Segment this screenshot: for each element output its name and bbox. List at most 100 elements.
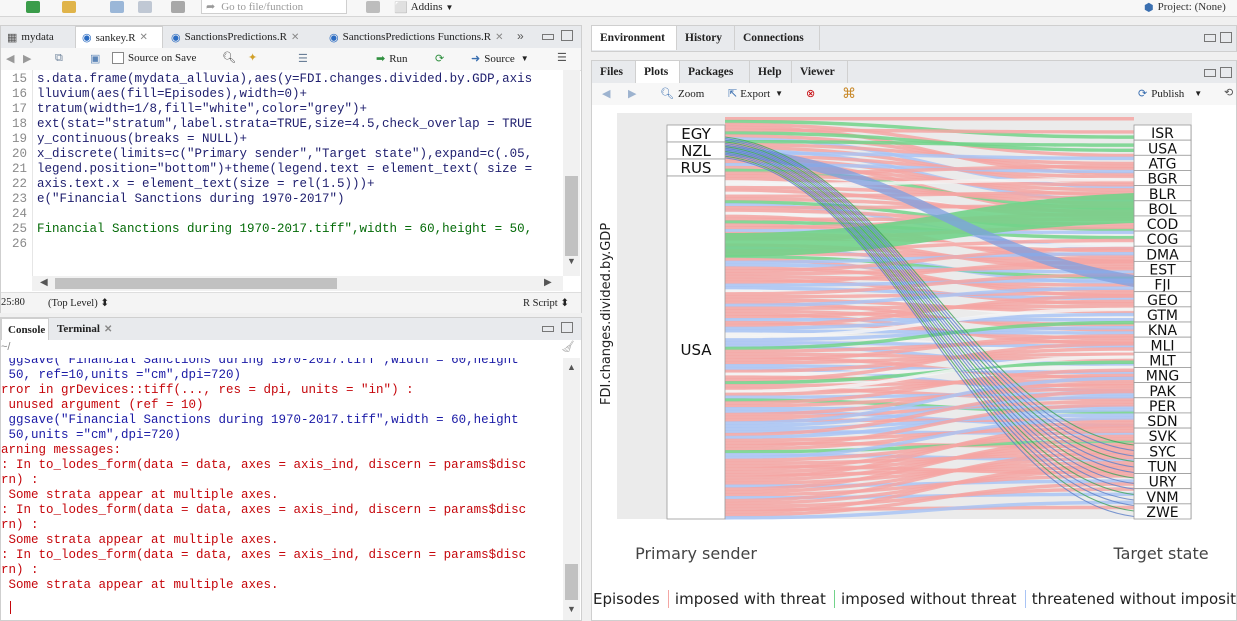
close-icon[interactable]: ✕: [104, 324, 112, 335]
open-folder-icon[interactable]: [62, 0, 76, 14]
r-file-icon: ◉: [171, 31, 181, 44]
plots-toolbar: ◀ ▶ 🔍︎ Zoom ⇱ Export ▼ ⊗ ⌘ ⟳ Publish ▼ ⟲: [592, 83, 1236, 106]
stratum-label: EGY: [681, 125, 711, 143]
tab-sanctions-functions[interactable]: ◉ SanctionsPredictions Functions.R ✕: [323, 26, 513, 48]
close-icon[interactable]: ✕: [495, 32, 503, 43]
scroll-down-icon[interactable]: ▼: [567, 256, 576, 266]
maximize-icon[interactable]: [1220, 67, 1232, 78]
tab-history[interactable]: History: [677, 26, 735, 50]
tab-terminal[interactable]: Terminal ✕: [51, 318, 123, 340]
scope-selector[interactable]: (Top Level) ⬍: [48, 297, 109, 309]
close-icon[interactable]: ✕: [291, 32, 299, 43]
back-arrow-icon[interactable]: ◀: [6, 52, 14, 65]
stratum-label: SYC: [1149, 444, 1176, 460]
tab-viewer[interactable]: Viewer: [792, 61, 848, 83]
tab-console[interactable]: Console: [1, 318, 49, 340]
restore-icon[interactable]: [1204, 69, 1216, 77]
code-editor[interactable]: 15 s.data.frame(mydata_alluvia),aes(y=FDI…: [1, 70, 563, 276]
file-type-selector[interactable]: R Script ⬍: [523, 297, 569, 309]
tab-mydata[interactable]: ▦ mydata: [1, 26, 75, 48]
maximize-icon[interactable]: [561, 322, 573, 333]
compile-report-icon[interactable]: ☰: [298, 52, 308, 65]
addins-menu[interactable]: ⬜ Addins ▼: [394, 0, 453, 14]
tab-environment[interactable]: Environment: [592, 26, 677, 50]
publish-icon: ⟳: [1138, 88, 1148, 100]
source-on-save-checkbox[interactable]: Source on Save: [112, 52, 196, 64]
maximize-icon[interactable]: [1220, 32, 1232, 43]
scrollbar-thumb[interactable]: [55, 278, 337, 289]
tab-connections[interactable]: Connections: [735, 26, 820, 50]
scroll-down-icon[interactable]: ▼: [567, 604, 576, 614]
x-tick-primary-sender: Primary sender: [635, 544, 757, 563]
export-button[interactable]: ⇱ Export ▼: [728, 87, 783, 101]
rerun-icon[interactable]: ⟳: [435, 52, 444, 65]
console-output[interactable]: ggsave("Financial Sanctions during 1970-…: [1, 358, 563, 620]
stratum-label: SVK: [1149, 429, 1177, 445]
search-icon[interactable]: 🔍︎: [222, 51, 236, 64]
remove-plot-icon[interactable]: ⊗: [806, 87, 815, 100]
close-icon[interactable]: ✕: [140, 32, 148, 43]
grid-layout-icon[interactable]: [366, 0, 380, 14]
clear-plots-icon[interactable]: ⌘: [842, 85, 856, 102]
code-vertical-scrollbar[interactable]: ▼: [563, 70, 580, 276]
goto-file-input[interactable]: ➦ Go to file/function: [201, 0, 347, 14]
new-file-icon[interactable]: [26, 0, 40, 14]
zoom-button[interactable]: 🔍︎ Zoom: [660, 87, 704, 101]
maximize-icon[interactable]: [561, 30, 573, 41]
console-line: ggsave("Financial Sanctions during 1970-…: [1, 413, 519, 427]
save-all-icon[interactable]: [138, 0, 152, 14]
tab-packages[interactable]: Packages: [680, 61, 750, 83]
save-icon[interactable]: ▣: [90, 52, 100, 65]
line-number: 18: [11, 117, 27, 131]
export-icon: ⇱: [728, 88, 738, 100]
forward-arrow-icon[interactable]: ▶: [23, 52, 31, 65]
console-line: 50, ref=10,units ="cm",dpi=720): [1, 368, 242, 382]
tab-label: Help: [758, 66, 782, 78]
stratum-label: PER: [1149, 399, 1176, 415]
scrollbar-thumb[interactable]: [565, 564, 578, 600]
publish-label: Publish: [1151, 87, 1185, 100]
tab-sanctions-predictions[interactable]: ◉ SanctionsPredictions.R ✕: [165, 26, 320, 48]
tab-plots[interactable]: Plots: [636, 61, 680, 83]
forward-arrow-icon[interactable]: ▶: [628, 87, 636, 100]
project-menu[interactable]: ⬢ Project: (None): [1144, 0, 1226, 14]
save-icon[interactable]: [110, 0, 124, 14]
outline-icon[interactable]: ☰: [557, 51, 567, 64]
console-line: rn) :: [1, 518, 39, 532]
line-number: 23: [11, 192, 27, 206]
chevron-down-icon: ▼: [520, 54, 529, 63]
code-text: axis.text.x = element_text(size = rel(1.…: [37, 177, 375, 191]
console-scrollbar[interactable]: ▲ ▼: [563, 358, 580, 620]
print-icon[interactable]: [171, 0, 185, 14]
scroll-left-icon[interactable]: ◀: [40, 277, 48, 288]
run-button[interactable]: ➡ Run: [376, 52, 408, 66]
tab-label: SanctionsPredictions Functions.R: [342, 31, 492, 43]
code-horizontal-scrollbar[interactable]: ◀ ▶: [32, 276, 563, 291]
plots-tabbar: Files Plots Packages Help Viewer: [592, 61, 1236, 84]
stratum-label: TUN: [1147, 460, 1177, 476]
back-arrow-icon[interactable]: ◀: [602, 87, 610, 100]
publish-button[interactable]: ⟳ Publish ▼: [1138, 87, 1202, 101]
restore-icon[interactable]: [1204, 34, 1216, 42]
tab-help[interactable]: Help: [750, 61, 792, 83]
more-tabs-icon[interactable]: »: [517, 29, 524, 43]
scroll-up-icon[interactable]: ▲: [567, 362, 576, 372]
minimize-icon[interactable]: [542, 34, 554, 40]
show-in-window-icon[interactable]: ⧉: [55, 52, 63, 65]
magic-wand-icon[interactable]: ✦: [248, 51, 257, 64]
scroll-right-icon[interactable]: ▶: [544, 277, 552, 288]
minimize-icon[interactable]: [542, 326, 554, 332]
source-button[interactable]: ➜ Source ▼: [471, 52, 529, 66]
tab-label: Connections: [743, 32, 804, 44]
tab-files[interactable]: Files: [592, 61, 636, 83]
scrollbar-thumb[interactable]: [565, 176, 578, 256]
tab-sankey[interactable]: ◉ sankey.R ✕: [75, 26, 163, 48]
tab-label: Packages: [688, 66, 734, 78]
refresh-icon[interactable]: ⟲: [1224, 86, 1233, 99]
scope-label: (Top Level): [48, 298, 98, 309]
y-axis-label: FDI.changes.divided.by.GDP: [599, 223, 614, 405]
console-line: Some strata appear at multiple axes.: [1, 488, 279, 502]
source-on-save-label: Source on Save: [128, 52, 197, 64]
clear-console-icon[interactable]: 🧹︎: [561, 340, 575, 353]
console-path-icon: ~/: [1, 341, 11, 353]
